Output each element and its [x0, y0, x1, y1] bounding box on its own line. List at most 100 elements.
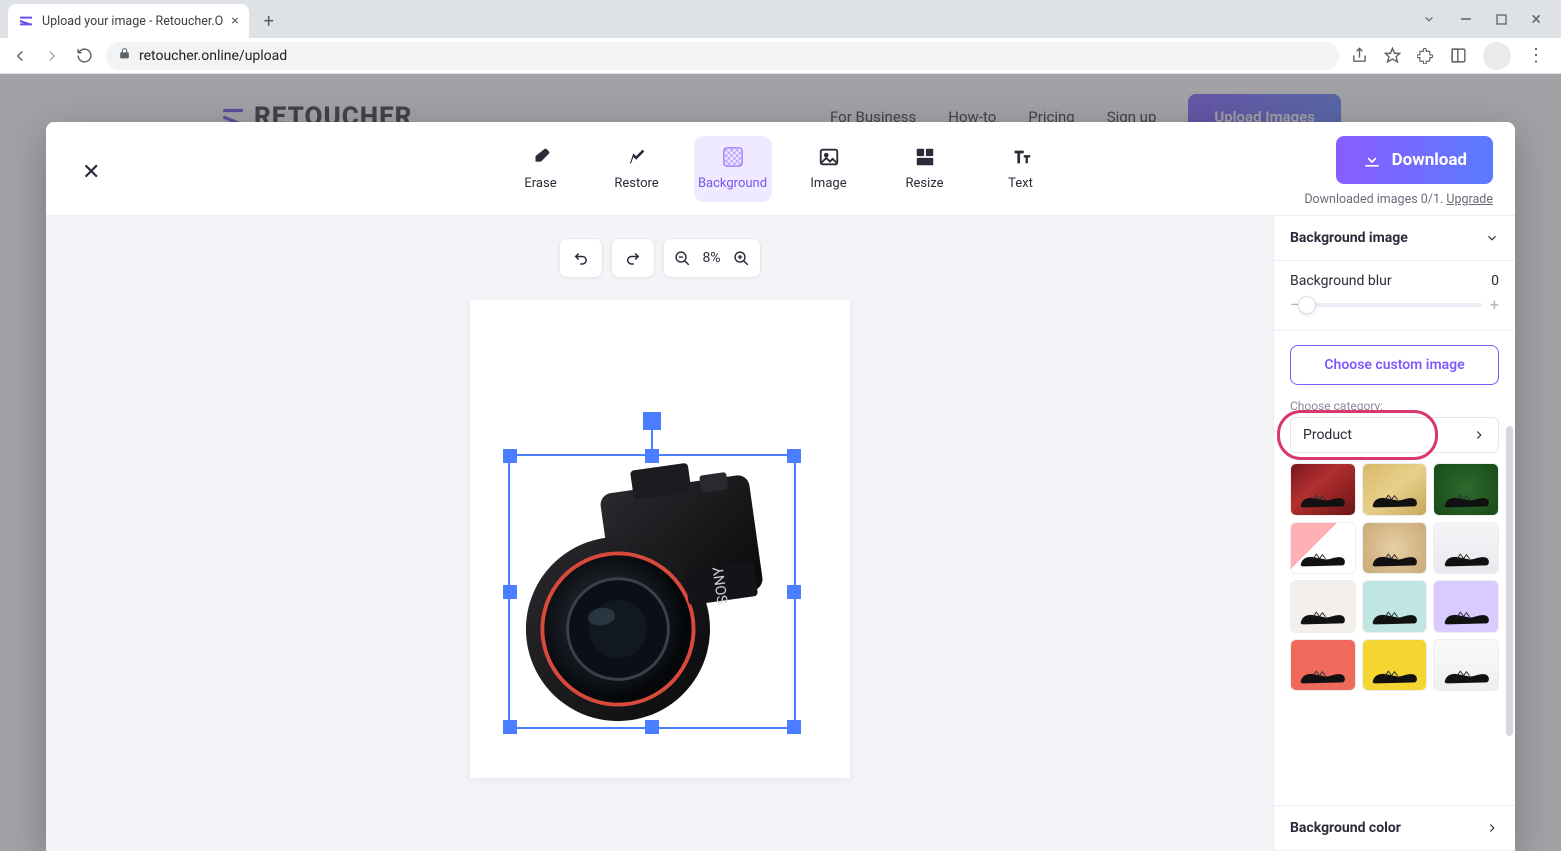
bg-thumbnail[interactable] [1290, 639, 1356, 692]
bg-thumbnail[interactable] [1290, 580, 1356, 633]
kebab-menu-icon[interactable]: ⋮ [1527, 52, 1545, 59]
resize-handle-b[interactable] [645, 720, 659, 734]
blur-slider[interactable] [1307, 303, 1482, 307]
profile-avatar[interactable] [1483, 42, 1511, 70]
shoe-icon [1434, 640, 1498, 691]
url-text: retoucher.online/upload [139, 48, 287, 64]
panel-bg-color-title: Background color [1290, 820, 1401, 836]
shoe-icon [1291, 523, 1355, 574]
tool-text[interactable]: Text [982, 136, 1060, 202]
undo-button[interactable] [558, 238, 602, 278]
shoe-icon [1434, 523, 1498, 574]
bg-thumbnail[interactable] [1290, 522, 1356, 575]
tool-tabs: Erase Restore Background Image Resize Te… [502, 136, 1060, 202]
tool-image[interactable]: Image [790, 136, 868, 202]
window-controls: × [1402, 0, 1561, 38]
extensions-icon[interactable] [1417, 47, 1434, 64]
upgrade-link[interactable]: Upgrade [1446, 192, 1493, 207]
bg-thumbnail[interactable] [1433, 522, 1499, 575]
resize-handle-tl[interactable] [503, 449, 517, 463]
tool-restore-label: Restore [614, 176, 658, 191]
resize-handle-br[interactable] [787, 720, 801, 734]
chevron-down-icon [1485, 231, 1499, 245]
shoe-icon [1434, 464, 1498, 515]
shoe-icon [1363, 464, 1427, 515]
rotate-handle[interactable] [643, 412, 661, 430]
shoe-icon [1291, 464, 1355, 515]
new-tab-button[interactable]: + [255, 7, 283, 35]
address-bar[interactable]: retoucher.online/upload [106, 42, 1339, 70]
nav-reload-button[interactable] [74, 46, 94, 66]
bg-thumbnail[interactable] [1290, 463, 1356, 516]
choose-custom-image-button[interactable]: Choose custom image [1290, 345, 1499, 385]
tool-background[interactable]: Background [694, 136, 772, 202]
tool-erase-label: Erase [524, 176, 556, 191]
editor-modal: ✕ Erase Restore Background Image Resize [46, 122, 1515, 851]
tool-text-label: Text [1008, 176, 1033, 191]
canvas-area: 8% [46, 216, 1273, 851]
account-icon[interactable] [1450, 47, 1467, 64]
bg-thumbnail[interactable] [1433, 580, 1499, 633]
shoe-icon [1291, 640, 1355, 691]
resize-handle-l[interactable] [503, 585, 517, 599]
tool-erase[interactable]: Erase [502, 136, 580, 202]
shoe-icon [1291, 581, 1355, 632]
chevron-down-icon[interactable] [1422, 12, 1436, 26]
tool-restore[interactable]: Restore [598, 136, 676, 202]
download-label: Download [1392, 150, 1467, 170]
browser-toolbar: retoucher.online/upload ⋮ [0, 38, 1561, 74]
bg-thumbnail[interactable] [1362, 580, 1428, 633]
download-status: Downloaded images 0/1. Upgrade [1304, 192, 1493, 207]
editor-header: ✕ Erase Restore Background Image Resize [46, 122, 1515, 216]
canvas-paper[interactable]: SONY [470, 300, 850, 778]
tab-close-icon[interactable]: × [231, 13, 238, 29]
chevron-right-icon [1485, 821, 1499, 835]
shoe-icon [1363, 523, 1427, 574]
bg-thumbnail[interactable] [1433, 463, 1499, 516]
bg-thumbnail[interactable] [1362, 639, 1428, 692]
nav-back-button[interactable] [10, 46, 30, 66]
window-close-icon[interactable]: × [1531, 9, 1541, 30]
share-icon[interactable] [1351, 47, 1368, 64]
tab-title: Upload your image - Retoucher.O [42, 14, 223, 29]
tool-resize[interactable]: Resize [886, 136, 964, 202]
selection-box[interactable] [508, 454, 796, 729]
browser-tab[interactable]: Upload your image - Retoucher.O × [8, 4, 249, 38]
bg-thumbnail[interactable] [1362, 463, 1428, 516]
blur-increase[interactable]: + [1490, 295, 1499, 314]
chevron-right-icon [1472, 428, 1486, 442]
panel-scrollbar[interactable] [1506, 426, 1513, 736]
bg-thumbnail[interactable] [1433, 639, 1499, 692]
resize-handle-tr[interactable] [787, 449, 801, 463]
redo-button[interactable] [610, 238, 654, 278]
resize-handle-r[interactable] [787, 585, 801, 599]
panel-bg-color-header[interactable]: Background color [1274, 806, 1515, 851]
resize-handle-bl[interactable] [503, 720, 517, 734]
close-modal-button[interactable]: ✕ [82, 160, 100, 185]
tool-background-label: Background [698, 176, 767, 191]
zoom-in-button[interactable] [733, 250, 750, 267]
side-panel: Background image Background blur 0 − + C… [1273, 216, 1515, 851]
bg-thumbnail[interactable] [1362, 522, 1428, 575]
window-maximize-icon[interactable] [1496, 14, 1507, 25]
window-minimize-icon[interactable] [1460, 13, 1472, 25]
shoe-icon [1363, 640, 1427, 691]
shoe-icon [1434, 581, 1498, 632]
blur-label: Background blur [1290, 273, 1392, 289]
lock-icon [118, 47, 131, 64]
download-button[interactable]: Download [1336, 136, 1493, 184]
nav-forward-button[interactable] [42, 46, 62, 66]
resize-handle-t[interactable] [645, 449, 659, 463]
tool-resize-label: Resize [905, 176, 943, 191]
editor-body: 8% [46, 216, 1515, 851]
zoom-value: 8% [702, 250, 720, 266]
blur-slider-thumb[interactable] [1298, 296, 1316, 314]
panel-bg-image-header[interactable]: Background image [1274, 216, 1515, 261]
category-label: Choose category: [1274, 389, 1515, 417]
shoe-icon [1363, 581, 1427, 632]
star-icon[interactable] [1384, 47, 1401, 64]
annotation-highlight [1277, 410, 1438, 460]
download-area: Download Downloaded images 0/1. Upgrade [1304, 136, 1493, 207]
zoom-out-button[interactable] [673, 250, 690, 267]
category-select[interactable]: Product [1290, 417, 1499, 453]
